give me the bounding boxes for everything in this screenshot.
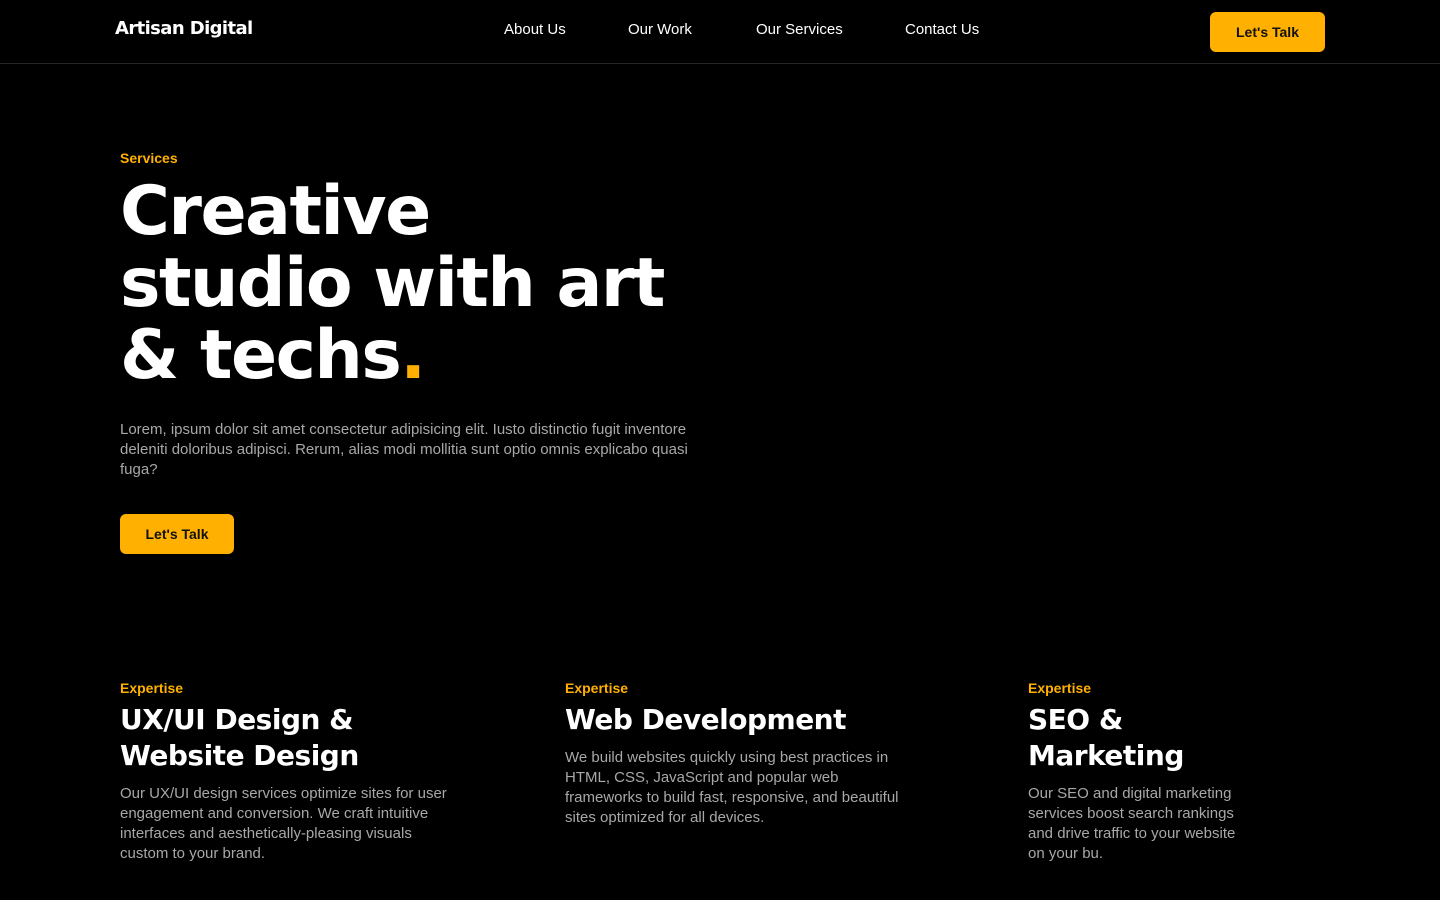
service-card-seo-marketing: Expertise SEO & Marketing Our SEO and di… <box>1028 680 1253 864</box>
nav-link-contact-us[interactable]: Contact Us <box>905 21 979 38</box>
hero-title-line3: & techs <box>120 316 402 395</box>
service-eyebrow: Expertise <box>565 680 629 696</box>
top-navbar: Artisan Digital About Us Our Work Our Se… <box>0 0 1440 64</box>
service-card-web-development: Expertise Web Development We build websi… <box>565 680 925 828</box>
service-card-ux-ui: Expertise UX/UI Design & Website Design … <box>120 680 450 864</box>
hero-title-line2: studio with art <box>120 244 665 323</box>
nav-lets-talk-button[interactable]: Let's Talk <box>1210 12 1325 52</box>
service-eyebrow: Expertise <box>1028 680 1092 696</box>
service-eyebrow: Expertise <box>120 680 184 696</box>
hero-title-accent-dot: . <box>400 316 426 395</box>
service-title: UX/UI Design & Website Design <box>120 703 359 772</box>
service-title: Web Development <box>565 703 847 736</box>
service-title: SEO & Marketing <box>1028 703 1184 772</box>
hero-eyebrow: Services <box>120 150 178 166</box>
hero-title-line1: Creative <box>120 172 431 251</box>
service-description: We build websites quickly using best pra… <box>565 749 899 826</box>
hero-lets-talk-button[interactable]: Let's Talk <box>120 514 234 554</box>
service-description: Our UX/UI design services optimize sites… <box>120 785 447 862</box>
brand-logo[interactable]: Artisan Digital <box>115 18 253 39</box>
nav-link-our-work[interactable]: Our Work <box>628 21 692 38</box>
nav-link-about-us[interactable]: About Us <box>504 21 566 38</box>
hero-title: Creative studio with art & techs. <box>120 176 740 392</box>
hero-description: Lorem, ipsum dolor sit amet consectetur … <box>120 421 688 478</box>
hero-section: Services Creative studio with art & tech… <box>120 150 740 554</box>
service-description: Our SEO and digital marketing services b… <box>1028 785 1236 862</box>
nav-link-our-services[interactable]: Our Services <box>756 21 843 38</box>
